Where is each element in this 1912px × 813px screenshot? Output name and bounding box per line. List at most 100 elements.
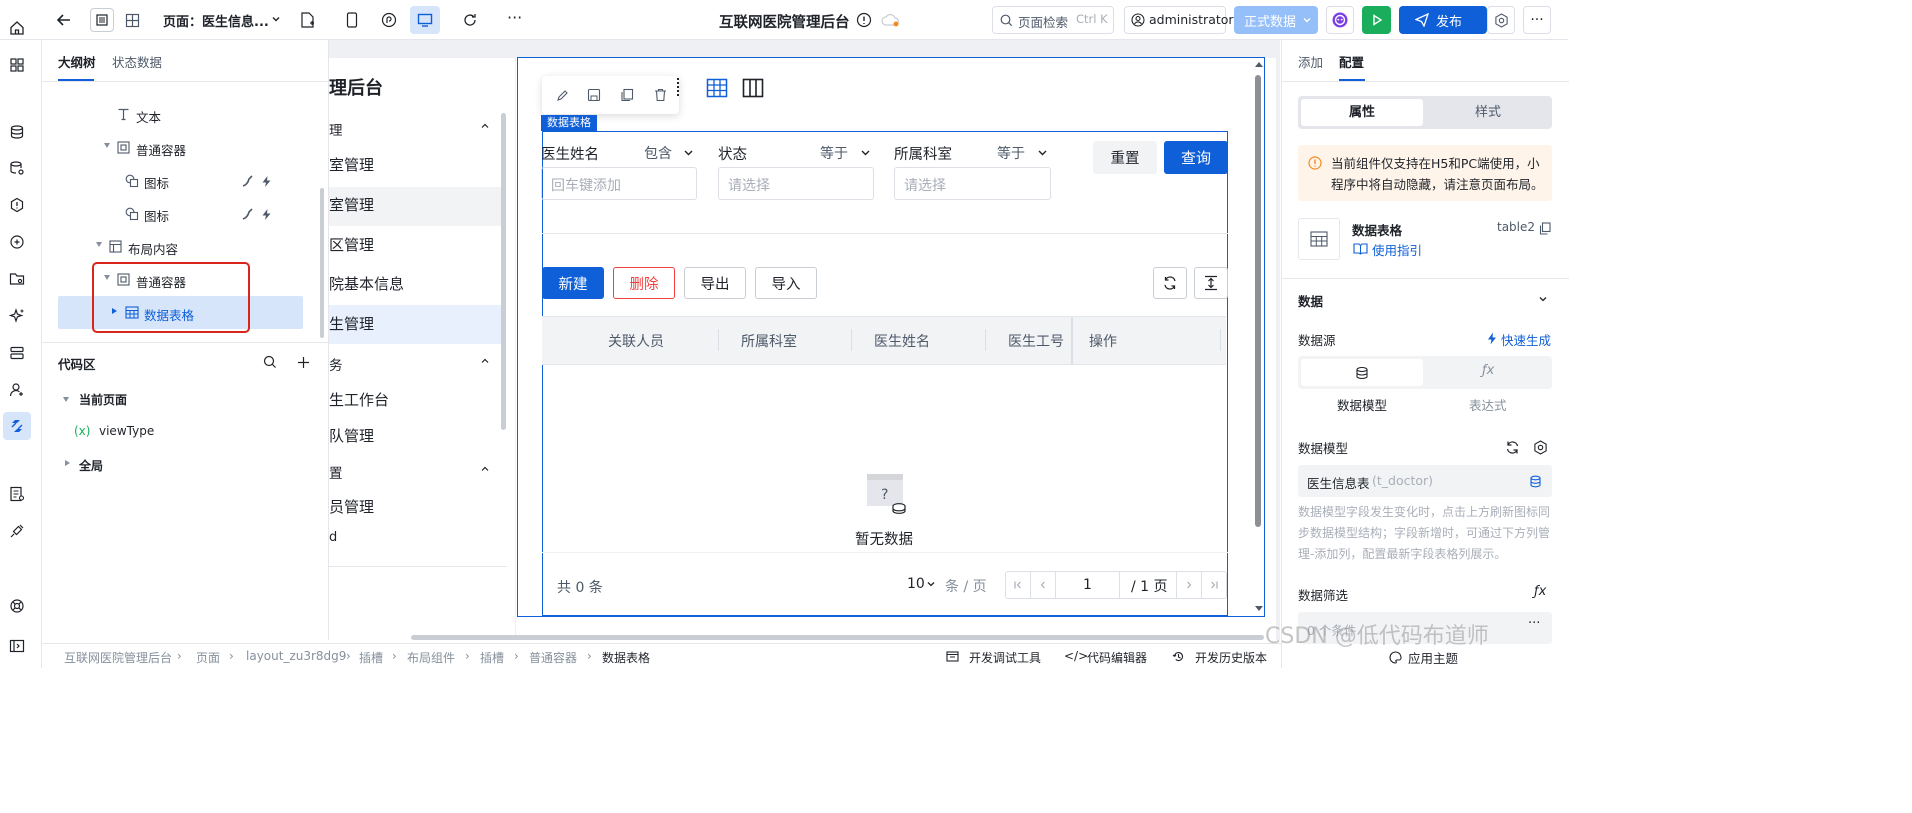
usage-guide-link[interactable]: 使用指引	[1372, 240, 1422, 259]
menu-item-truncated[interactable]: d	[329, 530, 337, 545]
canvas-vertical-scrollbar[interactable]	[1255, 75, 1261, 527]
export-button[interactable]: 导出	[684, 267, 746, 299]
chevron-down-icon[interactable]	[926, 579, 936, 589]
fx-expression-icon[interactable]: ƒx	[1534, 584, 1546, 599]
menu-item-staff-management[interactable]: 员管理	[329, 496, 374, 517]
back-arrow-icon[interactable]	[54, 10, 74, 30]
chevron-up-icon[interactable]	[479, 463, 491, 475]
event-bolt-icon[interactable]	[258, 206, 274, 222]
outline-view-icon[interactable]	[90, 8, 114, 32]
collapse-panel-icon[interactable]	[7, 636, 27, 656]
miniprogram-preview-icon[interactable]	[379, 10, 399, 30]
user-permission-icon[interactable]	[7, 380, 27, 400]
new-button[interactable]: 新建	[542, 267, 604, 299]
breadcrumb-layout-component[interactable]: 布局组件	[407, 649, 455, 666]
column-header-doctor-id[interactable]: 医生工号	[1008, 331, 1064, 351]
log-report-icon[interactable]	[7, 484, 27, 504]
database-icon[interactable]	[7, 122, 27, 142]
data-model-icon[interactable]	[7, 158, 27, 178]
ai-sparkle-icon[interactable]	[7, 306, 27, 326]
data-model-select[interactable]: 医生信息表 (t_doctor)	[1298, 465, 1552, 497]
help-center-icon[interactable]	[7, 596, 27, 616]
api-icon[interactable]	[7, 195, 27, 215]
column-header-related-person[interactable]: 关联人员	[608, 331, 664, 351]
table-density-button[interactable]	[1194, 267, 1228, 299]
column-header-doctor-name[interactable]: 医生姓名	[874, 331, 930, 351]
chevron-down-icon[interactable]	[859, 146, 871, 158]
code-variable-viewtype[interactable]: viewType	[99, 424, 154, 438]
tab-config[interactable]: 配置	[1339, 52, 1364, 71]
storage-icon[interactable]	[7, 343, 27, 363]
integration-icon[interactable]	[3, 412, 31, 440]
first-page-icon[interactable]	[1006, 572, 1031, 598]
chevron-down-icon[interactable]	[1036, 146, 1048, 158]
reset-button[interactable]: 重置	[1093, 141, 1157, 174]
bind-action-icon[interactable]	[240, 173, 256, 189]
menu-item-area-management[interactable]: 区管理	[329, 234, 374, 255]
breadcrumb-page[interactable]: 页面	[196, 649, 220, 666]
search-icon[interactable]	[262, 354, 278, 370]
mobile-preview-icon[interactable]	[342, 10, 362, 30]
settings-gear-icon[interactable]	[1487, 6, 1515, 34]
breadcrumb-container[interactable]: 普通容器	[529, 649, 577, 666]
code-global[interactable]: 全局	[79, 457, 103, 474]
quick-generate-link[interactable]: 快速生成	[1501, 330, 1551, 349]
event-bolt-icon[interactable]	[258, 173, 274, 189]
page-search-box[interactable]: 页面检索 Ctrl K	[992, 6, 1114, 34]
edit-pencil-icon[interactable]	[554, 87, 570, 103]
copy-icon[interactable]	[619, 87, 635, 103]
segment-properties[interactable]: 属性	[1301, 99, 1423, 126]
code-brackets-icon[interactable]: </>	[1064, 649, 1088, 663]
menu-item-hospital-info[interactable]: 院基本信息	[329, 273, 404, 294]
plugin-icon[interactable]	[7, 521, 27, 541]
more-icon[interactable]: ···	[1528, 616, 1540, 631]
caret-right-icon[interactable]	[65, 460, 70, 466]
code-current-page[interactable]: 当前页面	[79, 391, 127, 408]
caret-down-icon[interactable]	[104, 143, 110, 148]
breadcrumb-app[interactable]: 互联网医院管理后台	[64, 649, 172, 666]
env-selector[interactable]: 正式数据	[1234, 6, 1318, 34]
sidemenu-scrollbar[interactable]	[501, 113, 506, 430]
table-layout-icon[interactable]	[705, 77, 729, 99]
page-selector[interactable]: 页面：医生信息...	[163, 11, 269, 30]
debug-tool-icon[interactable]	[945, 649, 959, 663]
segment-styles[interactable]: 样式	[1427, 99, 1549, 126]
chevron-down-icon[interactable]	[1537, 293, 1549, 305]
chevron-up-icon[interactable]	[479, 120, 491, 132]
dev-history-version[interactable]: 开发历史版本	[1195, 649, 1267, 666]
column-header-department[interactable]: 所属科室	[741, 331, 797, 351]
page-size-select[interactable]: 10	[907, 576, 925, 592]
tree-node-icon[interactable]: 图标	[42, 197, 329, 230]
prev-page-icon[interactable]	[1031, 572, 1056, 598]
refresh-model-icon[interactable]	[1504, 439, 1520, 455]
menu-item-doctor-workbench[interactable]: 生工作台	[329, 389, 389, 410]
layout-view-icon[interactable]	[120, 8, 144, 32]
delete-button[interactable]: 删除	[613, 267, 675, 299]
copy-id-icon[interactable]	[1538, 221, 1552, 235]
breadcrumb-slot[interactable]: 插槽	[359, 649, 383, 666]
query-button[interactable]: 查询	[1164, 141, 1228, 174]
tab-outline-tree[interactable]: 大纲树	[58, 52, 96, 71]
save-icon[interactable]	[586, 87, 602, 103]
filter-op-equals[interactable]: 等于	[820, 143, 848, 163]
page-number-input[interactable]: 1	[1056, 572, 1120, 598]
last-page-icon[interactable]	[1201, 572, 1226, 598]
menu-item-team-management[interactable]: 队管理	[329, 425, 374, 446]
chevron-up-icon[interactable]	[479, 355, 491, 367]
filter-op-contains[interactable]: 包含	[644, 143, 672, 163]
fx-expression-icon[interactable]: ƒx	[1482, 363, 1494, 378]
workflow-icon[interactable]	[7, 232, 27, 252]
bind-action-icon[interactable]	[240, 206, 256, 222]
apps-grid-icon[interactable]	[7, 55, 27, 75]
tab-add[interactable]: 添加	[1298, 52, 1323, 71]
model-settings-icon[interactable]	[1532, 439, 1548, 455]
folder-search-icon[interactable]	[7, 269, 27, 289]
breadcrumb-data-table[interactable]: 数据表格	[602, 649, 650, 666]
scroll-up-arrow-icon[interactable]	[1255, 62, 1263, 67]
filter-select-department[interactable]: 请选择	[894, 167, 1051, 200]
user-menu[interactable]: administrator	[1124, 6, 1234, 34]
column-layout-icon[interactable]	[741, 77, 765, 99]
refresh-icon[interactable]	[460, 10, 480, 30]
breadcrumb-slot[interactable]: 插槽	[480, 649, 504, 666]
pc-preview-icon[interactable]	[410, 6, 440, 34]
